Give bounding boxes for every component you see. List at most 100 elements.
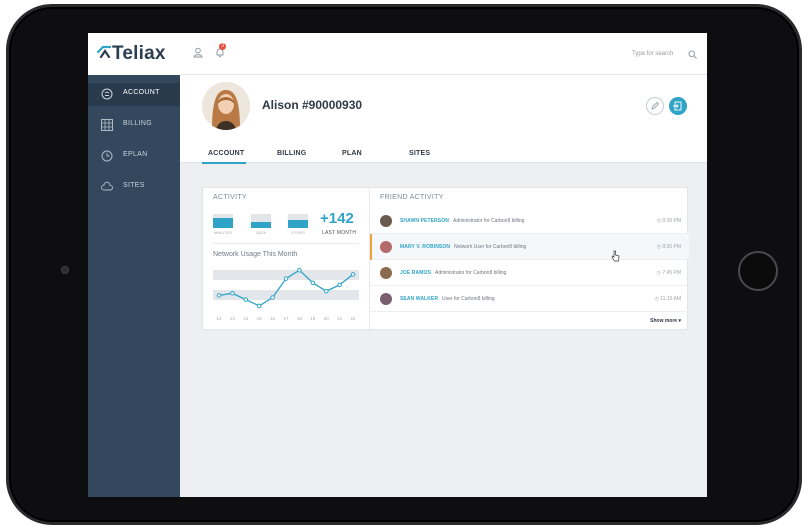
friend-activity-time: ◷ 7:45 PM [657,270,681,276]
friend-avatar [380,267,392,279]
sidebar-item-label: ACCOUNT [123,89,160,96]
time-text: 11:15 AM [660,296,681,302]
other-bar-fill [288,219,308,228]
sidebar-item-account[interactable]: ACCOUNT [88,83,180,106]
data-point [270,295,275,300]
data-point [256,303,262,309]
data-point [310,280,316,286]
friend-name[interactable]: SHAWN PETERSON [400,218,449,224]
clock-icon [101,150,113,162]
friend-description: Administrator for Carbon8 billing [435,270,507,276]
logout-button[interactable] [669,97,687,115]
profile-header: Alison #90000930 ACCOUNT BILLING PLAN SI… [180,75,707,164]
data-point [216,293,222,298]
avatar [202,82,250,130]
show-more-link[interactable]: Show more ▾ [650,318,681,324]
friend-activity-row[interactable]: SHAWN PETERSON Administrator for Carbon8 … [370,208,689,234]
data-point [350,272,356,277]
data-bar [251,214,271,228]
home-button[interactable] [738,251,778,291]
activity-total-label: LAST MONTH [322,230,357,236]
show-more-label: Show more [650,318,678,324]
divider [213,243,359,244]
data-point [323,288,329,294]
friend-activity-panel: FRIEND ACTIVITY SHAWN PETERSON Administra… [369,188,689,331]
bar-label: OTHER [291,230,305,235]
sidebar-item-label: BILLING [123,120,152,127]
exit-icon [673,101,682,111]
tab-account[interactable]: ACCOUNT [208,150,244,157]
sidebar: Teliax ACCOUNT BILLING EPLAN SITES [88,33,180,497]
logo-text: Teliax [112,43,166,64]
user-icon[interactable] [193,47,203,58]
time-text: 7:45 PM [662,270,681,276]
friend-activity-time: ◷ 9:30 PM [657,244,681,250]
hand-cursor-icon [611,250,620,262]
search-input[interactable]: Type for search [632,51,673,57]
activity-title: ACTIVITY [213,194,247,201]
chevron-down-icon: ▾ [678,318,681,324]
cloud-icon [101,181,113,191]
friend-name[interactable]: SEAN WALKER [400,296,438,302]
bar-label: MINUTES [214,230,232,235]
friend-avatar [380,215,392,227]
x-tick-label: 17 [283,316,289,321]
search-icon[interactable] [688,50,697,59]
sidebar-item-label: SITES [123,182,145,189]
x-tick-label: 18 [297,316,303,321]
sidebar-item-eplan[interactable]: EPLAN [88,145,180,168]
activity-total: +142 [320,210,354,227]
data-point [283,276,289,281]
activity-panel: ACTIVITY MINUTES DATA OTHER +142 LAST MO… [203,188,369,331]
friend-description: Network User for Carbon8 billing [454,244,527,250]
x-tick-label: 15 [257,316,263,321]
friend-avatar [380,241,392,253]
minutes-bar [213,214,233,228]
chart-title: Network Usage This Month [213,251,298,258]
data-point [337,282,342,288]
x-tick-label: 22 [350,316,356,321]
x-tick-label: 12 [216,316,222,321]
x-tick-label: 20 [324,316,330,321]
friend-activity-title: FRIEND ACTIVITY [380,194,444,201]
tab-plan[interactable]: PLAN [342,150,362,157]
data-point [243,297,249,302]
active-tab-indicator [202,162,246,164]
tab-sites[interactable]: SITES [409,150,430,157]
time-text: 9:30 PM [662,244,681,250]
notification-badge: 3 [219,43,226,50]
billing-grid-icon [101,119,113,131]
friend-activity-time: ◷ 11:15 AM [654,296,681,302]
network-usage-chart: 12 13 14 15 16 17 18 19 20 21 22 [213,267,359,321]
minutes-bar-fill [213,217,233,228]
sidebar-item-billing[interactable]: BILLING [88,114,180,137]
camera-icon [61,266,69,274]
friend-activity-row[interactable]: MARY V. ROBINSON Network User for Carbon8… [370,234,689,260]
friend-name[interactable]: MARY V. ROBINSON [400,244,450,250]
friend-activity-row[interactable]: JOE RAMOS Administrator for Carbon8 billi… [370,260,689,286]
app-screen: Teliax ACCOUNT BILLING EPLAN SITES 3 Typ… [88,33,707,497]
friend-description: Administrator for Carbon8 billing [453,218,525,224]
friend-activity-row[interactable]: SEAN WALKER User for Carbon8 billing ◷ 11:… [370,286,689,312]
friend-avatar [380,293,392,305]
x-tick-label: 16 [270,316,276,321]
edit-button[interactable] [646,97,664,115]
profile-name: Alison #90000930 [262,98,363,112]
tab-billing[interactable]: BILLING [277,150,306,157]
data-point [230,291,235,296]
other-bar [288,214,308,228]
top-bar: 3 Type for search [180,33,707,75]
x-tick-label: 19 [310,316,316,321]
sidebar-item-label: EPLAN [123,151,148,158]
x-tick-label: 21 [337,316,343,321]
data-bar-fill [251,221,271,228]
x-tick-label: 13 [230,316,236,321]
logo-area[interactable]: Teliax [88,33,180,75]
teliax-logo-icon [97,45,111,58]
x-tick-label: 14 [243,316,249,321]
pencil-icon [651,101,660,110]
friend-activity-time: ◷ 9:30 PM [657,218,681,224]
account-icon [101,88,113,100]
friend-name[interactable]: JOE RAMOS [400,270,431,276]
sidebar-item-sites[interactable]: SITES [88,176,180,199]
